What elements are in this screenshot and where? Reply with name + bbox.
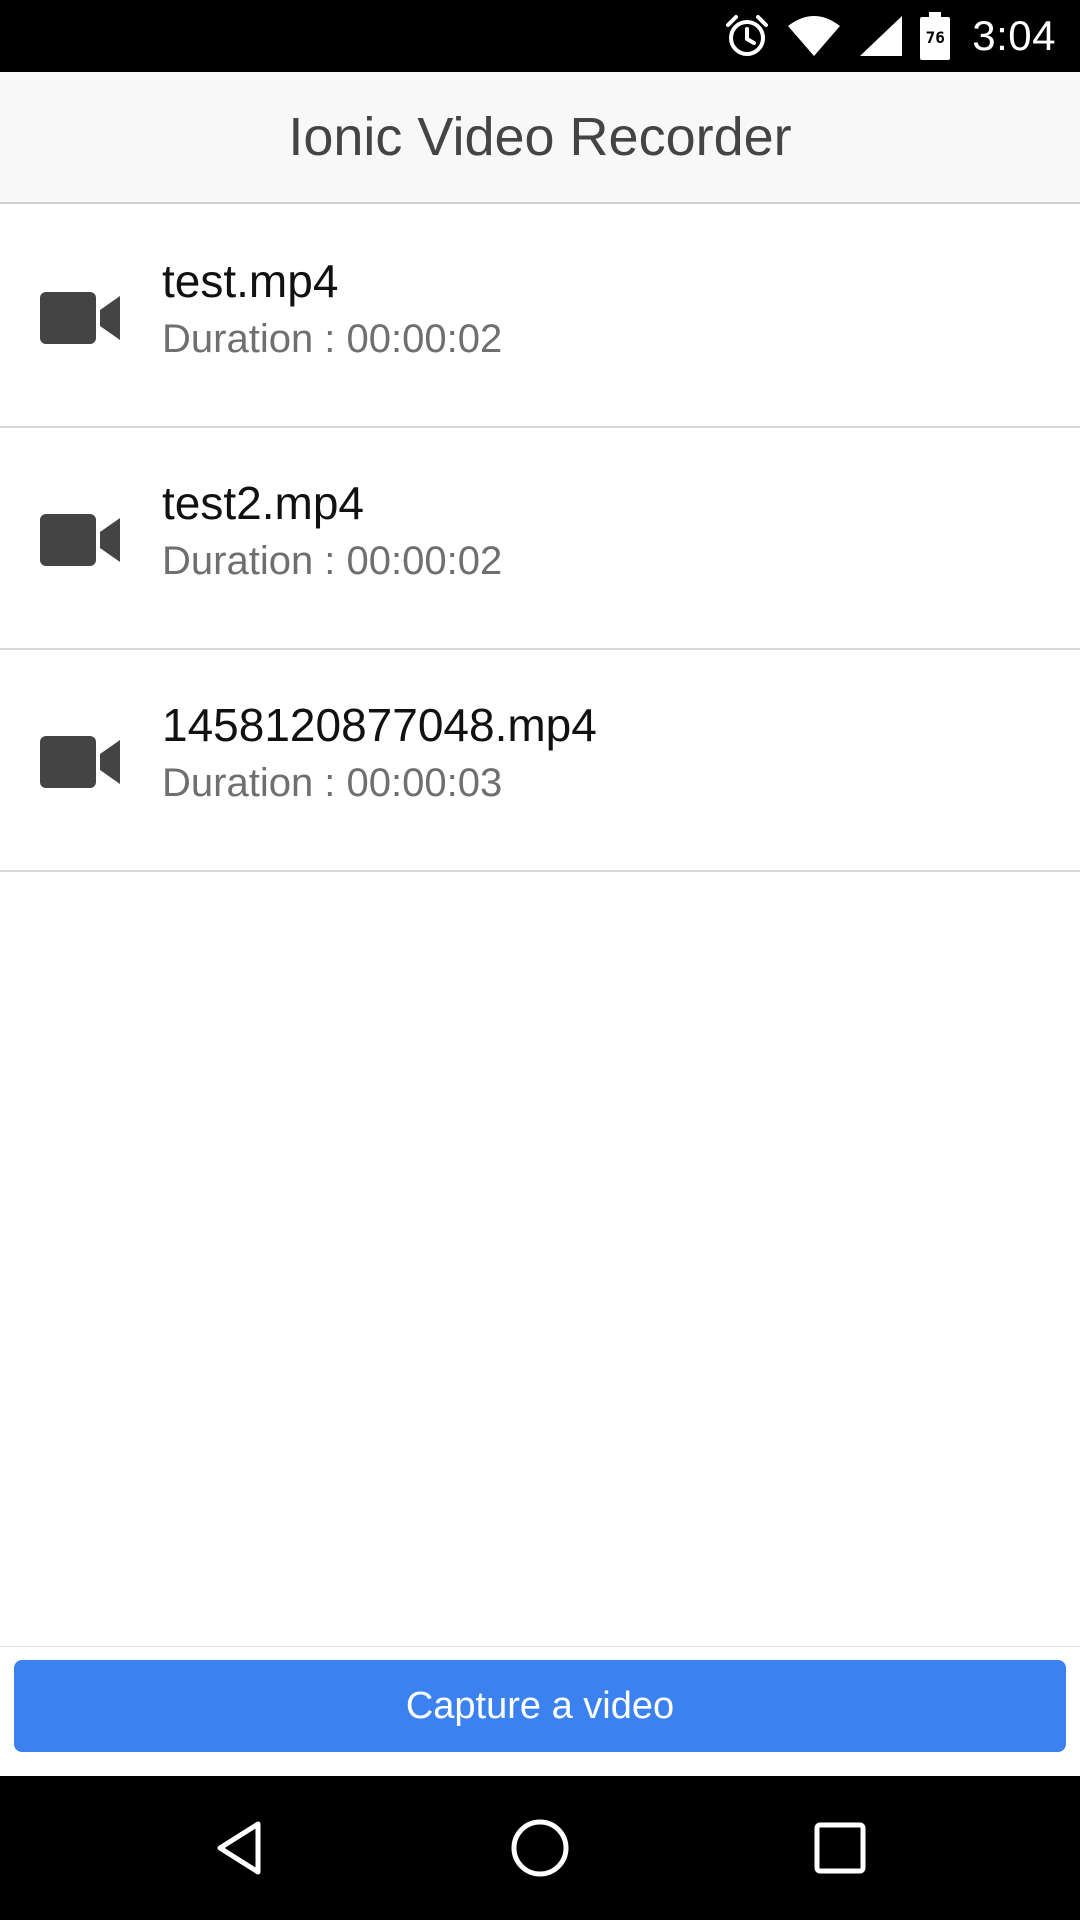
alarm-icon [724,13,770,59]
wifi-icon [786,14,842,58]
status-icons: 76 3:04 [724,0,1056,72]
recents-icon[interactable] [804,1812,876,1884]
video-filename: test.mp4 [162,255,339,307]
video-duration: Duration : 00:00:02 [162,539,503,584]
video-camera-icon [40,736,122,788]
list-item-text: test.mp4 Duration : 00:00:02 [162,254,502,363]
status-time: 3:04 [972,12,1056,59]
list-item[interactable]: test.mp4 Duration : 00:00:02 [0,206,1080,428]
back-icon[interactable] [204,1812,276,1884]
home-icon[interactable] [504,1812,576,1884]
list-item[interactable]: test2.mp4 Duration : 00:00:02 [0,428,1080,650]
list-item[interactable]: 1458120877048.mp4 Duration : 00:00:03 [0,650,1080,872]
video-list: test.mp4 Duration : 00:00:02 test2.mp4 D… [0,206,1080,872]
footer-bar: Capture a video [0,1646,1080,1776]
video-camera-icon [40,514,122,566]
navigation-bar [0,1776,1080,1920]
video-filename: test2.mp4 [162,477,364,529]
battery-icon: 76 [920,12,951,60]
video-duration: Duration : 00:00:02 [162,317,503,362]
list-item-text: 1458120877048.mp4 Duration : 00:00:03 [162,698,597,807]
status-bar: 76 3:04 [0,0,1080,72]
capture-video-button[interactable]: Capture a video [14,1660,1066,1752]
cell-signal-icon [858,14,904,58]
app-header: Ionic Video Recorder [0,72,1080,204]
video-filename: 1458120877048.mp4 [162,699,597,751]
video-duration: Duration : 00:00:03 [162,761,503,806]
list-item-text: test2.mp4 Duration : 00:00:02 [162,476,502,585]
page-title: Ionic Video Recorder [288,107,792,167]
battery-level: 76 [925,28,945,47]
video-camera-icon [40,292,122,344]
